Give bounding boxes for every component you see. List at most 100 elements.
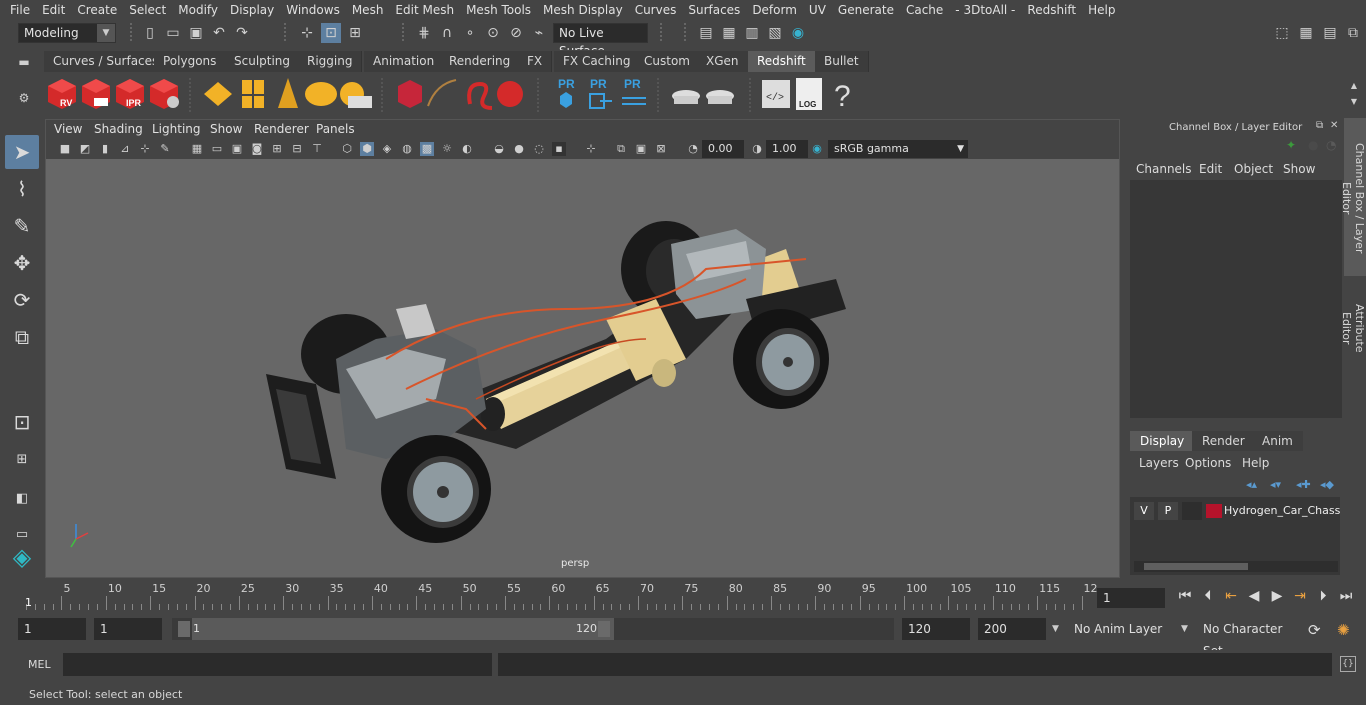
shadows-icon[interactable]: ☼ (440, 142, 454, 156)
shelf-tab-rigging[interactable]: Rigging (298, 51, 363, 72)
menu-cache[interactable]: Cache (900, 0, 949, 20)
live-surface-field[interactable]: No Live Surface (553, 23, 648, 58)
render-settings-icon[interactable]: ▧ (765, 23, 785, 43)
menu-modify[interactable]: Modify (172, 0, 224, 20)
render-view-icon[interactable]: ▤ (696, 23, 716, 43)
auto-key-icon[interactable]: ⟳ (1308, 621, 1321, 639)
shelf-scroll-down-icon[interactable]: ▼ (1344, 92, 1364, 112)
shelf-tab-bullet[interactable]: Bullet (815, 51, 869, 72)
modeling-toolkit-icon[interactable]: ▦ (1296, 23, 1316, 43)
float-panel-icon[interactable]: ⧉ (1316, 120, 1323, 131)
menu-generate[interactable]: Generate (832, 0, 900, 20)
menu-display[interactable]: Display (224, 0, 280, 20)
gate-mask-icon[interactable]: ◙ (250, 142, 264, 156)
tab-render[interactable]: Render (1192, 431, 1255, 451)
xray-components-icon[interactable]: ▣ (634, 142, 648, 156)
range-slider[interactable]: 1 120 (172, 618, 894, 640)
menu-mesh-display[interactable]: Mesh Display (537, 0, 629, 20)
current-time-marker[interactable]: 1 (25, 596, 32, 609)
2d-pan-zoom-icon[interactable]: ⊹ (138, 142, 152, 156)
safe-title-icon[interactable]: ⊤ (310, 142, 324, 156)
shelf-tab-redshift[interactable]: Redshift (748, 51, 816, 72)
gamma-icon[interactable]: ◑ (750, 142, 764, 156)
color-management-icon[interactable]: ◉ (810, 142, 824, 156)
side-tab-attribute-editor[interactable]: Attribute Editor (1340, 286, 1366, 370)
rotate-tool-icon[interactable]: ⟳ (5, 283, 39, 317)
layer-name[interactable]: Hydrogen_Car_Chassis (1224, 502, 1340, 520)
snap-curve-icon[interactable]: ∩ (437, 23, 457, 43)
chevron-down-icon[interactable]: ▼ (1181, 624, 1188, 634)
safe-action-icon[interactable]: ⊟ (290, 142, 304, 156)
step-forward-key-icon[interactable]: ⇥ (1291, 588, 1309, 604)
wireframe-on-shaded-icon[interactable]: ◈ (380, 142, 394, 156)
snap-grid-icon[interactable]: ⋕ (414, 23, 434, 43)
new-layer-selected-icon[interactable]: ◂◆ (1320, 478, 1334, 491)
viewport-menu-view[interactable]: View (54, 122, 82, 136)
move-tool-icon[interactable]: ✥ (5, 246, 39, 280)
open-scene-icon[interactable]: ▭ (163, 23, 183, 43)
layer-visibility-toggle[interactable]: V (1134, 502, 1154, 520)
select-object-icon[interactable]: ⊡ (321, 23, 341, 43)
layer-menu-layers[interactable]: Layers (1139, 456, 1179, 470)
undo-icon[interactable]: ↶ (209, 23, 229, 43)
menu-surfaces[interactable]: Surfaces (682, 0, 746, 20)
viewport-menu-lighting[interactable]: Lighting (152, 122, 201, 136)
step-forward-icon[interactable]: ⏵ (1314, 588, 1332, 604)
shelf-tab-fx-caching[interactable]: FX Caching (554, 51, 641, 72)
menu-set-dropdown[interactable]: Modeling ▼ (18, 23, 116, 43)
playback-end-field[interactable]: 120 (902, 618, 970, 640)
menu-edit-mesh[interactable]: Edit Mesh (389, 0, 460, 20)
viewport-menu-shading[interactable]: Shading (94, 122, 143, 136)
snap-point-icon[interactable]: ∘ (460, 23, 480, 43)
smooth-shade-icon[interactable]: ⬢ (360, 142, 374, 156)
menu-deform[interactable]: Deform (746, 0, 803, 20)
menu-edit[interactable]: Edit (36, 0, 71, 20)
new-layer-icon[interactable]: ◂✚ (1296, 478, 1311, 491)
channel-box-body[interactable] (1130, 180, 1342, 418)
channel-box-menu-channels[interactable]: Channels (1136, 162, 1192, 176)
isolate-select-icon[interactable]: ▪ (552, 142, 566, 156)
viewport-menu-renderer[interactable]: Renderer (254, 122, 309, 136)
animation-preferences-icon[interactable]: ✺ (1337, 621, 1350, 639)
shelf-tab-fx[interactable]: FX (518, 51, 553, 72)
play-forwards-icon[interactable]: ▶ (1268, 588, 1286, 604)
layer-color-swatch[interactable] (1206, 504, 1222, 518)
wireframe-icon[interactable]: ⬡ (340, 142, 354, 156)
exposure-icon[interactable]: ◔ (686, 142, 700, 156)
shelf-tab-xgen[interactable]: XGen (697, 51, 749, 72)
scale-tool-icon[interactable]: ⧉ (5, 320, 39, 354)
redo-icon[interactable]: ↷ (232, 23, 252, 43)
playback-start-field[interactable]: 1 (94, 618, 162, 640)
scrollbar-thumb[interactable] (1144, 563, 1248, 570)
speed-icon[interactable]: ● (1308, 138, 1318, 152)
chevron-down-icon[interactable]: ▼ (1052, 624, 1059, 634)
mel-label[interactable]: MEL (28, 658, 51, 671)
layer-menu-help[interactable]: Help (1242, 456, 1269, 470)
shelf-menu-icon[interactable]: ▬ (14, 52, 34, 72)
shelf-tab-animation[interactable]: Animation (364, 51, 445, 72)
tab-anim[interactable]: Anim (1252, 431, 1303, 451)
shelf-tab-curves-surfaces[interactable]: Curves / Surfaces (44, 51, 169, 72)
grease-pencil-icon[interactable]: ✎ (158, 142, 172, 156)
viewport-menu-show[interactable]: Show (210, 122, 242, 136)
close-icon[interactable]: ✕ (1330, 120, 1338, 131)
layer-menu-options[interactable]: Options (1185, 456, 1231, 470)
layer-playback-toggle[interactable]: P (1158, 502, 1178, 520)
play-backwards-icon[interactable]: ◀ (1245, 588, 1263, 604)
character-set-dropdown[interactable]: No Character Set (1197, 618, 1297, 658)
view-transform-dropdown[interactable]: sRGB gamma ▼ (828, 140, 968, 158)
xray-icon[interactable]: ⊹ (584, 142, 598, 156)
grid-icon[interactable]: ▦ (190, 142, 204, 156)
image-plane-icon[interactable]: ⊿ (118, 142, 132, 156)
screen-space-ao-icon[interactable]: ◐ (460, 142, 474, 156)
step-back-icon[interactable]: ⏴ (1199, 588, 1217, 604)
save-scene-icon[interactable]: ▣ (186, 23, 206, 43)
animation-end-field[interactable]: 200 (978, 618, 1046, 640)
go-to-start-icon[interactable]: ⏮ (1176, 588, 1194, 604)
manipulator-icon[interactable]: ✦ (1286, 138, 1296, 152)
channel-box-menu-edit[interactable]: Edit (1199, 162, 1222, 176)
shelf-tab-custom[interactable]: Custom (635, 51, 700, 72)
multisample-aa-icon[interactable]: ● (512, 142, 526, 156)
resolution-gate-icon[interactable]: ▣ (230, 142, 244, 156)
four-view-layout-icon[interactable]: ⊞ (5, 443, 39, 477)
